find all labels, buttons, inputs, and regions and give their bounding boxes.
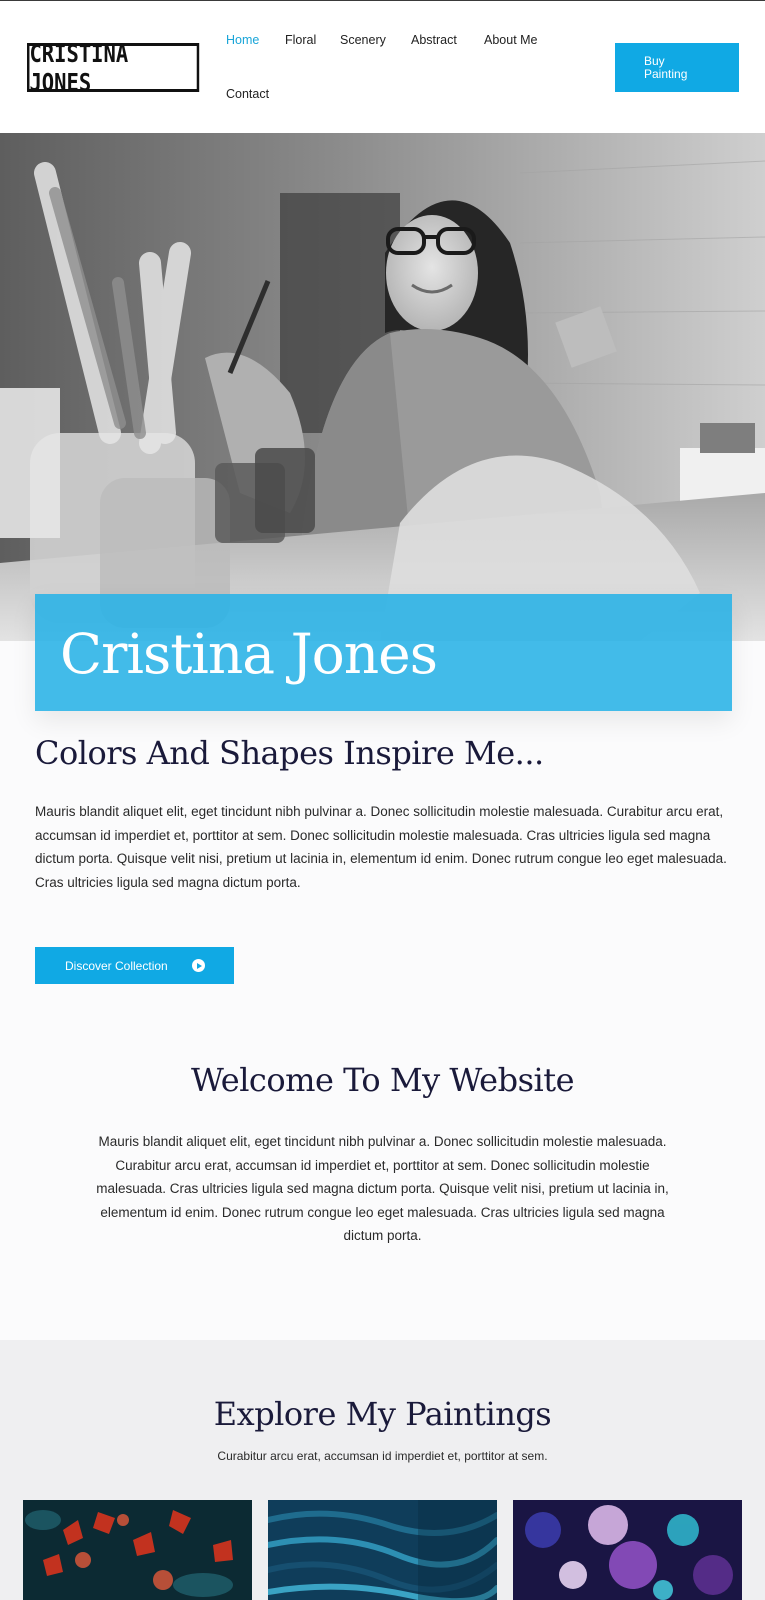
site-header: CRISTINA JONES Home Floral Scenery Abstr… [0,1,765,133]
hero-image [0,133,765,641]
nav-item-floral[interactable]: Floral [285,33,316,47]
painting-image-purple-abstract [513,1500,742,1600]
nav-item-scenery[interactable]: Scenery [340,33,386,47]
play-circle-icon [192,959,205,972]
nav-item-abstract[interactable]: Abstract [411,33,457,47]
hero-photo-illustration [0,133,765,641]
painting-thumbnail-abstract[interactable] [513,1500,742,1600]
intro-paragraph: Mauris blandit aliquet elit, eget tincid… [35,804,727,890]
nav-item-home[interactable]: Home [226,33,259,47]
hero-name-banner: Cristina Jones [35,594,732,711]
nav-item-contact[interactable]: Contact [226,87,269,101]
intro-heading: Colors And Shapes Inspire Me... [35,734,544,772]
explore-subtitle: Curabitur arcu erat, accumsan id imperdi… [217,1449,548,1463]
buy-painting-button[interactable]: Buy Painting [615,43,739,92]
explore-heading: Explore My Paintings [213,1395,552,1433]
nav-item-about-me[interactable]: About Me [484,33,538,47]
site-logo[interactable]: CRISTINA JONES [27,39,200,97]
discover-collection-label: Discover Collection [65,958,168,973]
welcome-heading: Welcome To My Website [190,1061,575,1099]
painting-image-blue-texture [268,1500,497,1600]
buy-painting-label: Buy Painting [644,54,688,81]
hero-name: Cristina Jones [60,622,438,686]
painting-thumbnail-scenery[interactable] [268,1500,497,1600]
discover-collection-button[interactable]: Discover Collection [35,947,234,984]
painting-thumbnail-floral[interactable] [23,1500,252,1600]
welcome-paragraph: Mauris blandit aliquet elit, eget tincid… [96,1134,669,1243]
painting-image-red-flowers [23,1500,252,1600]
